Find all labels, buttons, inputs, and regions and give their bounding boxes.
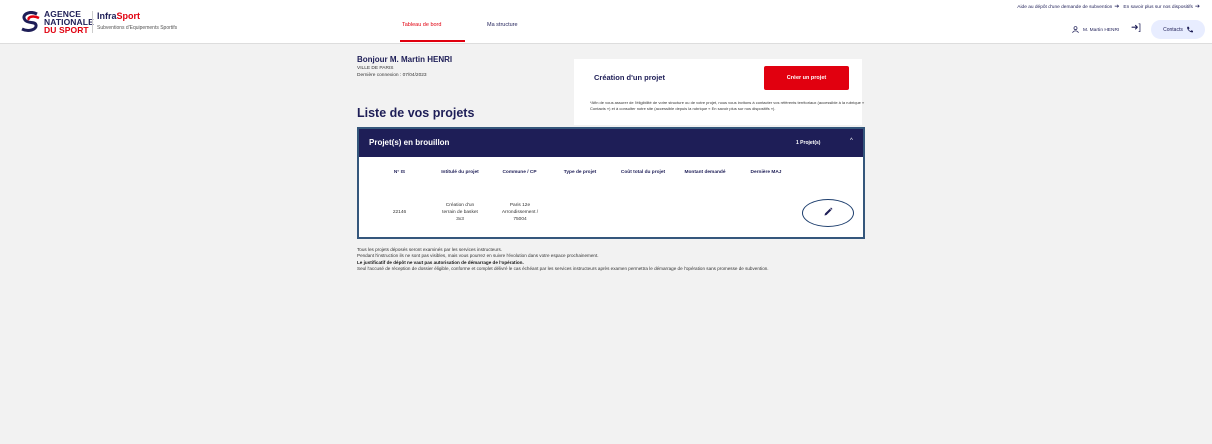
- column-header-amount: Montant demandé: [684, 170, 726, 175]
- column-header-commune: Commune / CP: [502, 170, 537, 175]
- draft-panel-header[interactable]: Projet(s) en brouillon 1 Projet(s) ^: [359, 129, 863, 157]
- create-project-card: Création d'un projet Créer un projet *Af…: [574, 59, 865, 125]
- projects-list-title: Liste de vos projets: [357, 106, 475, 120]
- cell-project-title: Création d'un terrain de basket 3x3: [429, 202, 491, 223]
- header: AGENCE NATIONALE DU SPORT InfraSport Sub…: [0, 0, 1212, 44]
- edit-project-button[interactable]: [802, 199, 854, 227]
- create-project-title: Création d'un projet: [594, 73, 665, 82]
- pencil-icon: [824, 207, 833, 216]
- draft-count: 1 Projet(s): [796, 140, 821, 146]
- chevron-up-icon[interactable]: ^: [850, 138, 853, 144]
- cell-project-title-line-2: terrain de basket: [442, 210, 478, 215]
- phone-icon: [1186, 26, 1193, 33]
- create-project-note: *Afin de vous assurer de l'éligibilité d…: [590, 100, 865, 111]
- contacts-button[interactable]: Contacts: [1151, 20, 1205, 39]
- nav-dashboard[interactable]: Tableau de bord: [402, 22, 441, 28]
- create-project-button[interactable]: Créer un projet: [764, 66, 849, 90]
- link-learn-more[interactable]: En savoir plus sur nos dispositifs: [1123, 5, 1193, 10]
- cell-project-title-line-1: Création d'un: [445, 203, 475, 208]
- brand-suffix: Sport: [116, 11, 141, 21]
- agency-name: AGENCE NATIONALE DU SPORT: [44, 10, 94, 35]
- cell-is-number: 22146: [392, 210, 407, 215]
- last-connection: Dernière connexion : 07/04/2023: [357, 73, 427, 78]
- brand-title: InfraSport: [97, 11, 140, 21]
- column-header-last-update: Dernière MAJ: [750, 170, 782, 175]
- arrow-right-icon: ➔: [1194, 4, 1200, 10]
- arrow-right-icon: ➔: [1114, 4, 1120, 10]
- user-account[interactable]: M. Martin HENRI: [1072, 26, 1120, 34]
- user-icon: [1072, 26, 1079, 34]
- note-line-4: Seul l'accusé de réception de dossier él…: [357, 265, 769, 271]
- contacts-label: Contacts: [1163, 26, 1183, 33]
- column-header-is: N° IS: [393, 170, 406, 175]
- brand-prefix: Infra: [97, 11, 117, 21]
- column-header-title: Intitulé du projet: [441, 170, 479, 175]
- logo-divider: [92, 11, 93, 33]
- column-header-type: Type de projet: [563, 170, 597, 175]
- cell-project-title-line-3: 3x3: [456, 217, 464, 222]
- logout-icon[interactable]: ➜]: [1131, 22, 1141, 33]
- information-notes: Tous les projets déposés seront examinés…: [357, 247, 869, 272]
- structure-city: VILLE DE PARIS: [357, 66, 394, 71]
- cell-commune-line-2: Arrondissement /: [501, 210, 539, 215]
- column-header-total-cost: Coût total du projet: [620, 170, 666, 175]
- greeting-title: Bonjour M. Martin HENRI: [357, 55, 453, 64]
- nav-active-indicator: [400, 40, 465, 42]
- cell-commune-line-1: Paris 12e: [509, 203, 531, 208]
- user-name: M. Martin HENRI: [1083, 27, 1120, 33]
- cell-commune-line-3: 75004: [513, 217, 527, 222]
- draft-panel-title: Projet(s) en brouillon: [369, 138, 450, 147]
- draft-projects-panel: Projet(s) en brouillon 1 Projet(s) ^ N° …: [357, 127, 865, 239]
- brand-subtitle: Subventions d'Equipements Sportifs: [97, 25, 178, 31]
- link-help-subsidy[interactable]: Aide au dépôt d'une demande de subventio…: [1017, 5, 1112, 10]
- top-links: Aide au dépôt d'une demande de subventio…: [1017, 3, 1204, 10]
- ans-logo-icon[interactable]: [19, 11, 41, 33]
- cell-commune: Paris 12e Arrondissement / 75004: [490, 202, 550, 223]
- agency-line-3: DU SPORT: [44, 25, 89, 35]
- nav-my-structure[interactable]: Ma structure: [487, 22, 518, 28]
